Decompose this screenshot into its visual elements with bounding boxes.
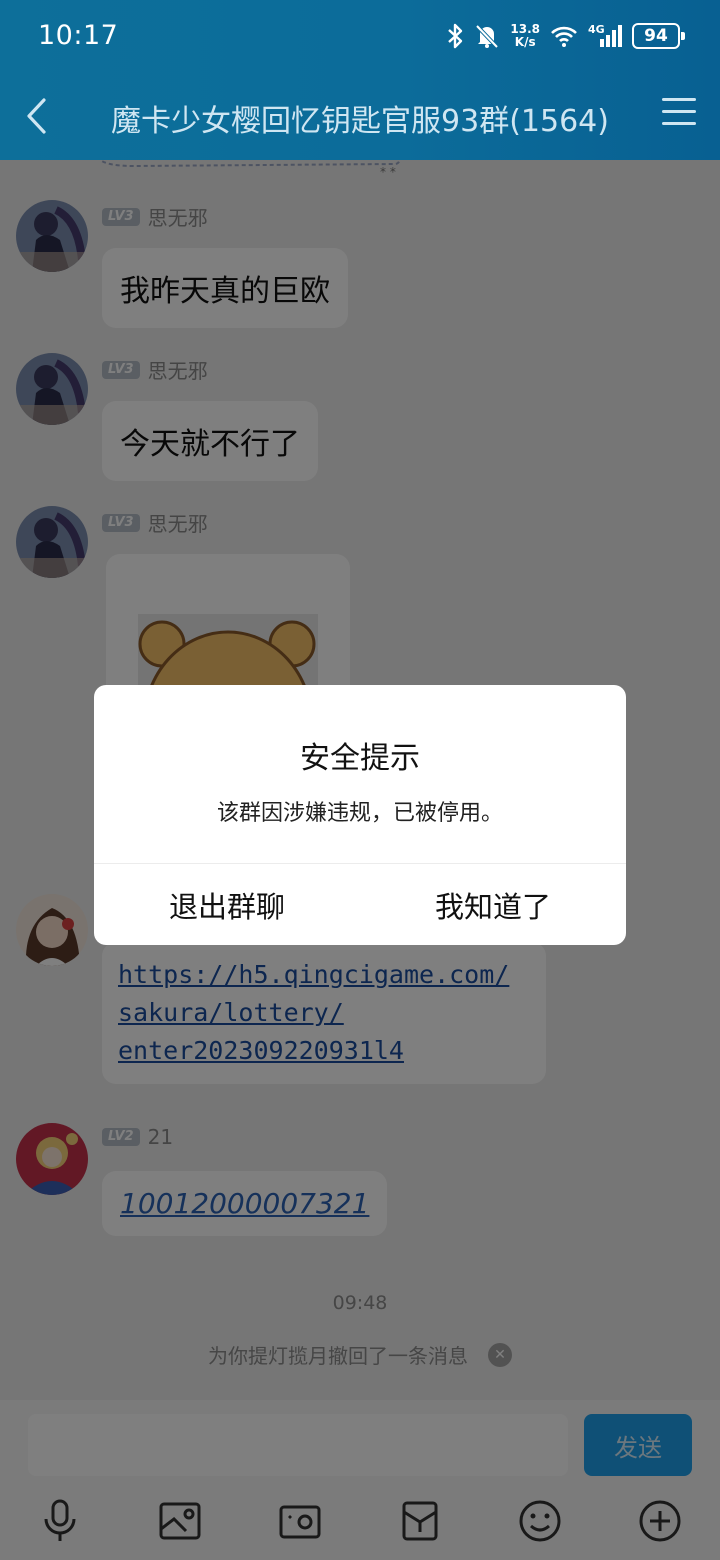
mute-bell-icon bbox=[474, 23, 500, 49]
group-title: 魔卡少女樱回忆钥匙官服93群(1564) bbox=[111, 104, 609, 139]
exit-group-button[interactable]: 退出群聊 bbox=[94, 864, 360, 945]
app-header: 10:17 13.8 K/s 4G 94 魔卡少女樱回忆钥匙官服93群(1564… bbox=[0, 0, 720, 160]
status-icons: 13.8 K/s 4G 94 bbox=[446, 18, 685, 54]
nav-bar: 魔卡少女樱回忆钥匙官服93群(1564) bbox=[0, 72, 720, 160]
chevron-left-icon bbox=[27, 98, 46, 134]
svg-text:4G: 4G bbox=[588, 23, 605, 36]
status-bar: 10:17 13.8 K/s 4G 94 bbox=[0, 0, 720, 72]
status-time: 10:17 bbox=[38, 20, 119, 51]
signal-icon: 4G bbox=[588, 23, 622, 49]
menu-button[interactable] bbox=[662, 98, 696, 134]
dialog-title: 安全提示 bbox=[300, 741, 420, 776]
dialog-message: 该群因涉嫌违规，已被停用。 bbox=[216, 801, 503, 826]
battery-indicator: 94 bbox=[632, 23, 685, 49]
back-button[interactable] bbox=[14, 90, 58, 142]
hamburger-icon bbox=[662, 98, 696, 101]
acknowledge-button[interactable]: 我知道了 bbox=[360, 864, 626, 945]
bluetooth-icon bbox=[446, 23, 464, 49]
security-alert-dialog: 安全提示 该群因涉嫌违规，已被停用。 退出群聊 我知道了 bbox=[94, 685, 626, 945]
net-speed: 13.8 K/s bbox=[510, 22, 540, 49]
wifi-icon bbox=[550, 24, 578, 48]
